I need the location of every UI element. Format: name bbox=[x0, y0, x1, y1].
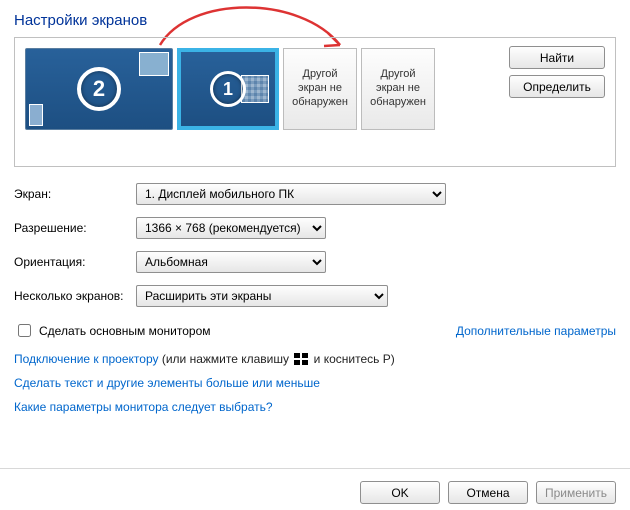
make-primary-checkbox[interactable]: Сделать основным монитором bbox=[14, 321, 211, 340]
projector-text-suffix: и коснитесь P) bbox=[310, 352, 394, 366]
projector-text-prefix: (или нажмите клавишу bbox=[159, 352, 293, 366]
dialog-footer: OK Отмена Применить bbox=[0, 468, 630, 504]
thumb2-mini-window-icon bbox=[139, 52, 169, 76]
ok-button[interactable]: OK bbox=[360, 481, 440, 504]
projector-line: Подключение к проектору (или нажмите кла… bbox=[14, 352, 616, 366]
make-primary-input[interactable] bbox=[18, 324, 31, 337]
screen-label: Экран: bbox=[14, 187, 136, 201]
multi-select[interactable]: Расширить эти экраны bbox=[136, 285, 388, 307]
resolution-select[interactable]: 1366 × 768 (рекомендуется) bbox=[136, 217, 326, 239]
orientation-select[interactable]: Альбомная bbox=[136, 251, 326, 273]
resolution-label: Разрешение: bbox=[14, 221, 136, 235]
monitor-number-1: 1 bbox=[210, 71, 246, 107]
advanced-link[interactable]: Дополнительные параметры bbox=[456, 324, 616, 338]
thumb2-mini-window-icon bbox=[29, 104, 43, 126]
monitor-tile-undetected-2[interactable]: Другой экран не обнаружен bbox=[361, 48, 435, 130]
projector-link[interactable]: Подключение к проектору bbox=[14, 352, 159, 366]
multi-label: Несколько экранов: bbox=[14, 289, 136, 303]
monitor-picker: 2 1 Другой экран не обнаружен Другой экр… bbox=[14, 37, 616, 167]
apply-button[interactable]: Применить bbox=[536, 481, 616, 504]
screen-select[interactable]: 1. Дисплей мобильного ПК bbox=[136, 183, 446, 205]
text-size-link[interactable]: Сделать текст и другие элементы больше и… bbox=[14, 376, 616, 390]
monitor-number-2: 2 bbox=[77, 67, 121, 111]
windows-key-icon bbox=[294, 353, 308, 365]
which-monitor-link[interactable]: Какие параметры монитора следует выбрать… bbox=[14, 400, 616, 414]
find-button[interactable]: Найти bbox=[509, 46, 605, 69]
cancel-button[interactable]: Отмена bbox=[448, 481, 528, 504]
orientation-label: Ориентация: bbox=[14, 255, 136, 269]
make-primary-label: Сделать основным монитором bbox=[39, 324, 211, 338]
identify-button[interactable]: Определить bbox=[509, 75, 605, 98]
monitor-thumb-2[interactable]: 2 bbox=[25, 48, 173, 130]
monitor-tile-undetected-1[interactable]: Другой экран не обнаружен bbox=[283, 48, 357, 130]
monitor-thumb-1-selected[interactable]: 1 bbox=[177, 48, 279, 130]
section-title: Настройки экранов bbox=[14, 12, 616, 29]
